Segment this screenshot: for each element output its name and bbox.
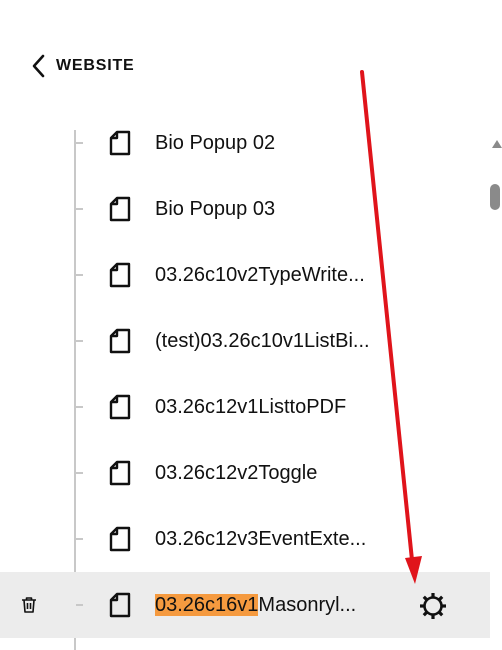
page-row[interactable]: Bio Popup 02 <box>0 110 490 176</box>
back-to-website-link[interactable]: WEBSITE <box>30 52 135 80</box>
tree-branch-tick <box>76 142 83 144</box>
page-row[interactable]: 03.26c12v3EventExte... <box>0 506 490 572</box>
page-row-selected[interactable]: 03.26c16v1Masonryl... <box>0 572 490 638</box>
page-title: Bio Popup 03 <box>155 198 276 220</box>
page-row[interactable]: (test)03.26c10v1ListBi... <box>0 308 490 374</box>
chevron-left-icon <box>32 54 45 78</box>
page-title: 03.26c10v2TypeWrite... <box>155 264 365 286</box>
page-row[interactable]: 03.26c10v2TypeWrite... <box>0 242 490 308</box>
scroll-up-icon[interactable] <box>492 140 502 148</box>
page-icon <box>109 262 131 288</box>
tree-branch-tick <box>76 406 83 408</box>
tree-branch-tick <box>76 472 83 474</box>
search-highlight: 03.26c16v1 <box>155 594 259 616</box>
scrollbar[interactable] <box>490 100 502 648</box>
page-icon <box>109 328 131 354</box>
page-title: 03.26c16v1Masonryl... <box>155 572 356 638</box>
page-title: 03.26c12v2Toggle <box>155 462 318 484</box>
page-icon <box>109 526 131 552</box>
page-icon <box>109 394 131 420</box>
page-title: 03.26c12v3EventExte... <box>155 528 367 550</box>
page-title: (test)03.26c10v1ListBi... <box>155 330 370 352</box>
scrollbar-thumb[interactable] <box>490 184 500 210</box>
tree-branch-tick <box>76 538 83 540</box>
trash-icon[interactable] <box>20 596 38 614</box>
tree-branch-tick <box>76 208 83 210</box>
page-icon <box>109 460 131 486</box>
page-row[interactable]: 03.26c12v2Toggle <box>0 440 490 506</box>
page-icon <box>109 592 131 618</box>
gear-icon[interactable] <box>418 591 448 621</box>
page-title-rest: Masonryl... <box>258 594 357 616</box>
page-tree: Bio Popup 02 Bio Popup 03 03.26c10v2Type… <box>0 110 490 650</box>
page-icon <box>109 130 131 156</box>
page-row[interactable]: 03.26c12v1ListtoPDF <box>0 374 490 440</box>
back-label: WEBSITE <box>56 57 135 74</box>
page-title: Bio Popup 02 <box>155 132 276 154</box>
page-title: 03.26c12v1ListtoPDF <box>155 396 347 418</box>
page-row[interactable]: Bio Popup 03 <box>0 176 490 242</box>
tree-branch-tick <box>76 604 83 606</box>
tree-branch-tick <box>76 274 83 276</box>
page-icon <box>109 196 131 222</box>
tree-branch-tick <box>76 340 83 342</box>
